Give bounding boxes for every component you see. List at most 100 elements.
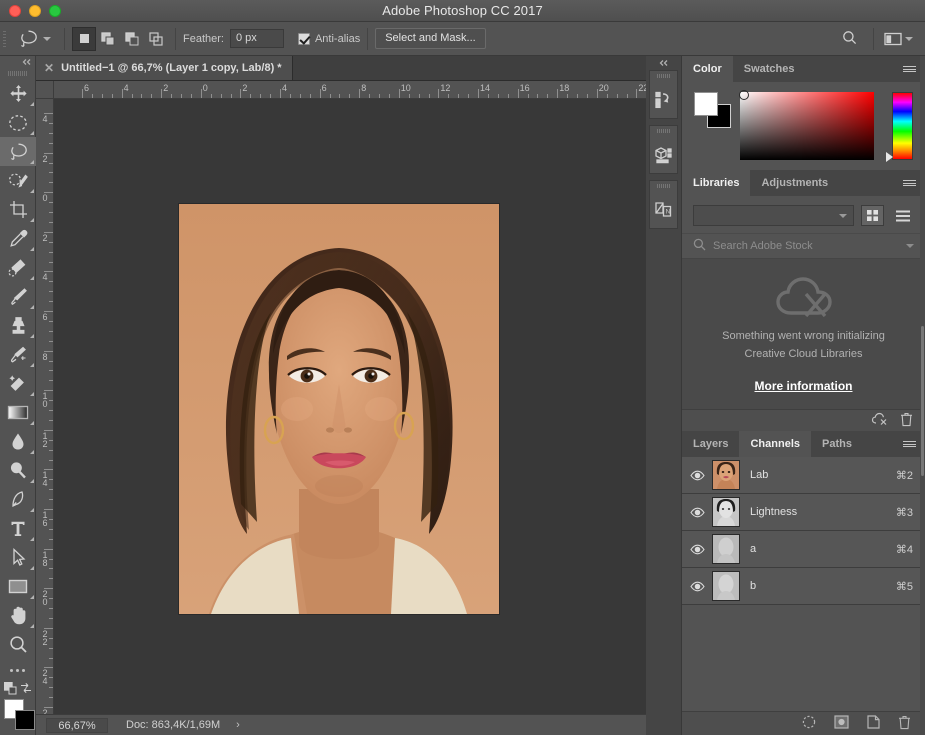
toolbar-grip[interactable]	[0, 68, 35, 79]
new-channel-icon[interactable]	[867, 715, 880, 732]
properties-panel-icon[interactable]: N	[650, 190, 677, 228]
tab-libraries[interactable]: Libraries	[682, 170, 750, 196]
panel-scrollbar-thumb[interactable]	[921, 326, 924, 476]
lasso-icon	[17, 28, 39, 50]
ruler-tick-label: 10	[401, 83, 411, 93]
anti-alias-label: Anti-alias	[315, 33, 360, 45]
canvas-area[interactable]	[54, 99, 646, 714]
swap-colors-icon[interactable]	[20, 682, 32, 697]
document-tab[interactable]: ✕ Untitled−1 @ 66,7% (Layer 1 copy, Lab/…	[36, 56, 293, 80]
tab-channels[interactable]: Channels	[739, 431, 811, 457]
move-tool[interactable]	[0, 79, 36, 108]
tool-flyout-indicator	[30, 247, 34, 251]
ruler-tick-label: 6	[322, 83, 327, 93]
anti-alias-checkbox[interactable]	[298, 33, 310, 45]
eyedropper-tool[interactable]	[0, 224, 36, 253]
more-information-link[interactable]: More information	[755, 379, 853, 393]
expand-panels-button[interactable]	[646, 56, 681, 70]
tab-paths[interactable]: Paths	[811, 431, 863, 457]
crop-tool[interactable]	[0, 195, 36, 224]
adobe-stock-search[interactable]: Search Adobe Stock	[682, 233, 925, 259]
tool-flyout-indicator	[30, 160, 34, 164]
zoom-level-input[interactable]: 66,67%	[46, 718, 108, 733]
quick-selection-tool[interactable]	[0, 166, 36, 195]
load-channel-as-selection-icon[interactable]	[802, 715, 816, 732]
panel-scrollbar-track[interactable]	[920, 56, 925, 735]
grid-view-button[interactable]	[861, 205, 884, 226]
rectangle-tool[interactable]	[0, 572, 36, 601]
list-view-button[interactable]	[891, 205, 914, 226]
tab-layers[interactable]: Layers	[682, 431, 739, 457]
ruler-corner[interactable]	[36, 81, 54, 99]
maximize-window-button[interactable]	[49, 5, 61, 17]
close-icon[interactable]: ✕	[44, 62, 54, 74]
new-selection-button[interactable]	[72, 27, 96, 51]
search-icon[interactable]	[832, 30, 867, 48]
add-to-selection-button[interactable]	[96, 27, 120, 51]
history-brush-tool[interactable]	[0, 340, 36, 369]
select-and-mask-button[interactable]: Select and Mask...	[375, 28, 486, 49]
ruler-tick-label: 0	[39, 194, 51, 202]
tab-color[interactable]: Color	[682, 56, 733, 82]
save-selection-as-channel-icon[interactable]	[834, 715, 849, 732]
history-panel-icon[interactable]	[650, 80, 677, 118]
collapse-toolbar-button[interactable]	[0, 56, 35, 68]
channel-visibility-toggle[interactable]	[682, 544, 712, 555]
options-bar-grip[interactable]	[0, 22, 9, 56]
delete-channel-icon[interactable]	[898, 715, 911, 733]
channel-visibility-toggle[interactable]	[682, 581, 712, 592]
properties-panel-dock-group: N	[649, 180, 678, 229]
edit-toolbar-button[interactable]	[0, 659, 35, 681]
default-colors-icon[interactable]	[4, 682, 17, 698]
eraser-tool[interactable]	[0, 369, 36, 398]
vertical-ruler[interactable]: 4202468101214161820222426	[36, 99, 54, 714]
horizontal-ruler[interactable]: 6420246810121416182022	[54, 81, 646, 99]
3d-panel-icon[interactable]	[650, 135, 677, 173]
channel-visibility-toggle[interactable]	[682, 507, 712, 518]
channel-visibility-toggle[interactable]	[682, 470, 712, 481]
blur-tool[interactable]	[0, 427, 36, 456]
path-selection-tool[interactable]	[0, 543, 36, 572]
tab-adjustments[interactable]: Adjustments	[750, 170, 839, 196]
pen-tool[interactable]	[0, 485, 36, 514]
elliptical-marquee-tool[interactable]	[0, 108, 36, 137]
trash-icon[interactable]	[900, 412, 913, 430]
table-row[interactable]: Lab ⌘2	[682, 457, 925, 494]
document-canvas[interactable]	[179, 204, 499, 614]
type-tool[interactable]	[0, 514, 36, 543]
minimize-window-button[interactable]	[29, 5, 41, 17]
hand-tool[interactable]	[0, 601, 36, 630]
tool-preset-picker[interactable]	[9, 28, 57, 50]
tab-swatches[interactable]: Swatches	[733, 56, 806, 82]
tool-flyout-indicator	[30, 102, 34, 106]
subtract-from-selection-button[interactable]	[120, 27, 144, 51]
gradient-tool[interactable]	[0, 398, 36, 427]
search-input[interactable]: Search Adobe Stock	[713, 240, 899, 252]
chevron-down-icon[interactable]	[906, 244, 914, 248]
table-row[interactable]: a ⌘4	[682, 531, 925, 568]
library-select[interactable]	[693, 205, 854, 226]
spot-healing-brush-tool[interactable]	[0, 253, 36, 282]
dock-grip[interactable]	[650, 71, 677, 80]
foreground-color-swatch[interactable]	[694, 92, 718, 116]
table-row[interactable]: Lightness ⌘3	[682, 494, 925, 531]
close-window-button[interactable]	[9, 5, 21, 17]
dock-grip[interactable]	[650, 181, 677, 190]
zoom-tool[interactable]	[0, 630, 36, 659]
intersect-with-selection-button[interactable]	[144, 27, 168, 51]
color-field[interactable]	[740, 92, 874, 160]
workspace-switcher-button[interactable]	[880, 32, 917, 46]
hue-slider[interactable]	[892, 92, 913, 160]
dodge-tool[interactable]	[0, 456, 36, 485]
anti-alias-checkbox-row[interactable]: Anti-alias	[298, 33, 360, 45]
cloud-sync-error-icon[interactable]	[871, 412, 888, 429]
chevron-right-icon[interactable]: ›	[236, 719, 240, 731]
feather-input[interactable]: 0 px	[230, 29, 284, 48]
lasso-tool[interactable]	[0, 137, 36, 166]
clone-stamp-tool[interactable]	[0, 311, 36, 340]
dock-grip[interactable]	[650, 126, 677, 135]
divider	[873, 28, 874, 50]
brush-tool[interactable]	[0, 282, 36, 311]
background-color-swatch[interactable]	[15, 710, 35, 730]
table-row[interactable]: b ⌘5	[682, 568, 925, 605]
